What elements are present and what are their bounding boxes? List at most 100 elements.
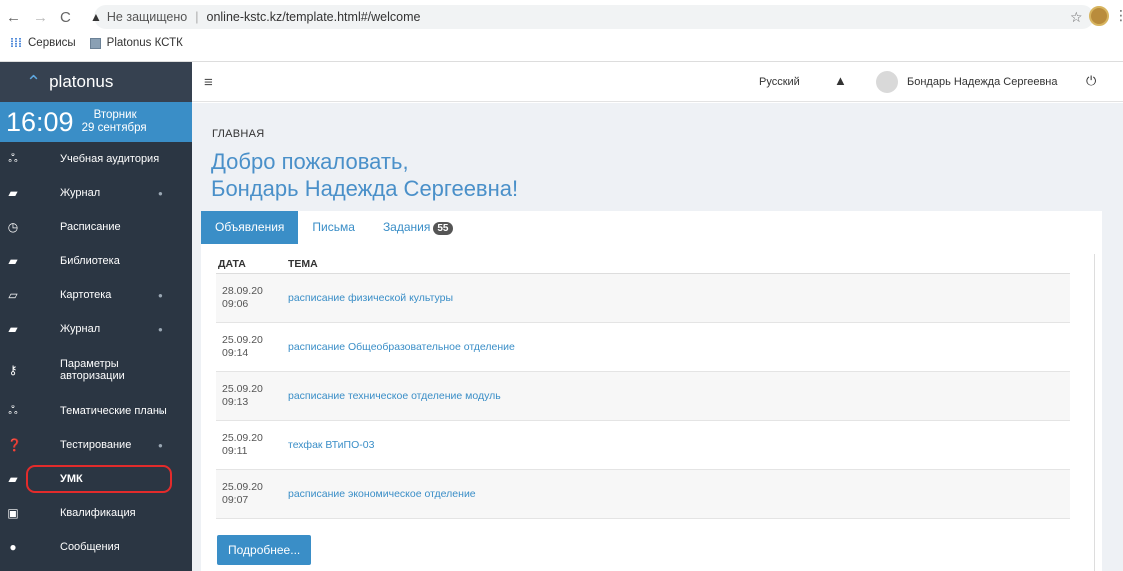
apps-grid-icon: ⁞⁞⁞: [10, 36, 22, 50]
row-date: 25.09.20: [222, 383, 263, 395]
sidebar-item-label: Сообщения: [60, 541, 120, 553]
sidebar-item-label: Тематические планы: [60, 405, 167, 417]
table-row: 25.09.20 09:11 техфак ВТиПО-03: [216, 421, 1070, 470]
book-icon: ▰: [8, 322, 18, 336]
chevron-right-icon: ●: [158, 440, 163, 450]
announcements-panel: Объявления Письма Задания 55 ДАТА ТЕМА 28…: [201, 211, 1102, 571]
row-datetime: 25.09.20 09:07: [216, 481, 288, 507]
row-datetime: 25.09.20 09:11: [216, 432, 288, 458]
forward-icon[interactable]: →: [33, 9, 48, 26]
sidebar-item[interactable]: ◷ Расписание: [0, 210, 192, 244]
sidebar-item[interactable]: ▣ Квалификация: [0, 496, 192, 530]
row-topic-link[interactable]: расписание экономическое отделение: [288, 488, 476, 500]
table-divider: [1094, 254, 1095, 571]
sidebar: ⌃ platonus 16:09 Вторник 29 сентября ஃ Уч…: [0, 62, 192, 571]
power-icon[interactable]: ⏻: [1086, 73, 1096, 89]
users-icon: ஃ: [8, 151, 18, 165]
row-time: 09:06: [222, 298, 249, 310]
chevron-right-icon: ●: [158, 406, 163, 416]
tabs: Объявления Письма Задания 55: [201, 211, 467, 244]
sidebar-item[interactable]: ● Сообщения: [0, 530, 192, 564]
reload-icon[interactable]: C: [60, 9, 71, 26]
book-icon: ▰: [8, 254, 18, 268]
table-row: 28.09.20 09:06 расписание физической культ…: [216, 274, 1070, 323]
users-icon: ஃ: [8, 403, 18, 417]
browser-nav: ← → C: [6, 6, 71, 28]
bookmark-platonus[interactable]: Platonus КСТК: [107, 37, 183, 49]
more-button[interactable]: Подробнее...: [217, 535, 312, 565]
sidebar-item[interactable]: ஃ Тематические планы ●: [0, 394, 192, 428]
main-content: ГЛАВНАЯ Добро пожаловать, Бондарь Надежд…: [192, 103, 1123, 571]
table-row: 25.09.20 09:14 расписание Общеобразователь…: [216, 323, 1070, 372]
clock-date: Вторник 29 сентября: [82, 109, 147, 135]
sidebar-item[interactable]: ▰ Журнал ●: [0, 176, 192, 210]
sidebar-item-label: Параметры авторизации: [60, 358, 125, 382]
chevron-right-icon: ●: [158, 290, 163, 300]
sidebar-item-label: Учебная аудитория: [60, 153, 160, 165]
url-text[interactable]: online-kstc.kz/template.html#/welcome: [207, 10, 421, 24]
row-date: 25.09.20: [222, 432, 263, 444]
row-datetime: 25.09.20 09:13: [216, 383, 288, 409]
row-topic-link[interactable]: расписание Общеобразовательное отделение: [288, 341, 515, 353]
sidebar-item[interactable]: ▰ Журнал ●: [0, 312, 192, 346]
table-body: 28.09.20 09:06 расписание физической культ…: [216, 274, 1070, 519]
sidebar-item-label: Библиотека: [60, 255, 120, 267]
tab-letters[interactable]: Письма: [298, 211, 369, 244]
sidebar-item-label: Тестирование: [60, 439, 132, 451]
sidebar-item[interactable]: ▱ Картотека ●: [0, 278, 192, 312]
tab-tasks[interactable]: Задания 55: [369, 211, 467, 244]
warning-icon[interactable]: ▲: [90, 10, 102, 24]
hamburger-icon[interactable]: ≡: [204, 74, 213, 91]
book-icon: ▰: [8, 186, 18, 200]
sidebar-item-label: Журнал: [60, 187, 101, 199]
not-secure-label[interactable]: Не защищено: [107, 10, 187, 24]
sidebar-item[interactable]: ஃ Учебная аудитория: [0, 142, 192, 176]
row-date: 25.09.20: [222, 334, 263, 346]
welcome-line-2: Бондарь Надежда Сергеевна!: [211, 176, 519, 201]
user-avatar[interactable]: [876, 71, 898, 93]
tasks-count-badge: 55: [433, 222, 453, 235]
row-topic-link[interactable]: расписание физической культуры: [288, 292, 453, 304]
row-topic-link[interactable]: расписание техническое отделение модуль: [288, 390, 501, 402]
clock-icon: ◷: [7, 220, 19, 234]
more-menu-icon[interactable]: ⋮: [1114, 7, 1123, 24]
address-bar[interactable]: ▲ Не защищено | online-kstc.kz/template.…: [90, 5, 1094, 29]
row-datetime: 28.09.20 09:06: [216, 285, 288, 311]
certificate-icon: ▣: [7, 506, 19, 520]
alert-icon[interactable]: ▲: [834, 73, 847, 88]
platonus-logo-icon: ⌃: [26, 71, 42, 92]
table-row: 25.09.20 09:13 расписание техническое отде…: [216, 372, 1070, 421]
bookmarks-bar: ⁞⁞⁞ Сервисы Platonus КСТК: [10, 36, 183, 50]
sidebar-item[interactable]: ▰ Библиотека: [0, 244, 192, 278]
bookmark-star-icon[interactable]: ☆: [1070, 9, 1083, 26]
language-switch[interactable]: Русский: [759, 76, 800, 88]
profile-avatar-icon[interactable]: [1089, 6, 1109, 26]
clock-weekday: Вторник: [93, 109, 137, 121]
breadcrumb: ГЛАВНАЯ: [212, 128, 265, 140]
bookmark-services[interactable]: Сервисы: [28, 37, 76, 49]
comments-icon: ●: [9, 540, 17, 554]
tab-announcements[interactable]: Объявления: [201, 211, 299, 244]
brand-name: platonus: [49, 72, 114, 91]
clock-time: 16:09: [6, 106, 74, 137]
sidebar-item[interactable]: ❓ Тестирование ●: [0, 428, 192, 462]
table-header: ДАТА ТЕМА: [216, 254, 1070, 274]
back-icon[interactable]: ←: [6, 9, 21, 26]
key-icon: ⚷: [8, 363, 18, 377]
column-date: ДАТА: [218, 257, 246, 270]
row-time: 09:14: [222, 347, 249, 359]
table-row: 25.09.20 09:07 расписание экономическое от…: [216, 470, 1070, 519]
chevron-right-icon: ●: [158, 188, 163, 198]
sidebar-item[interactable]: ⚷ Параметры авторизации: [0, 346, 192, 394]
user-name[interactable]: Бондарь Надежда Сергеевна: [907, 76, 1058, 88]
url-separator: |: [195, 10, 199, 24]
row-date: 28.09.20: [222, 285, 263, 297]
row-topic-link[interactable]: техфак ВТиПО-03: [288, 439, 374, 451]
sidebar-item-label: Квалификация: [60, 507, 136, 519]
row-time: 09:07: [222, 494, 249, 506]
sidebar-item-label: Расписание: [60, 221, 121, 233]
brand-logo[interactable]: ⌃ platonus: [0, 62, 192, 102]
sidebar-item-label: Картотека: [60, 289, 112, 301]
clock-day: 29 сентября: [81, 122, 147, 134]
clock-widget: 16:09 Вторник 29 сентября: [0, 102, 192, 142]
